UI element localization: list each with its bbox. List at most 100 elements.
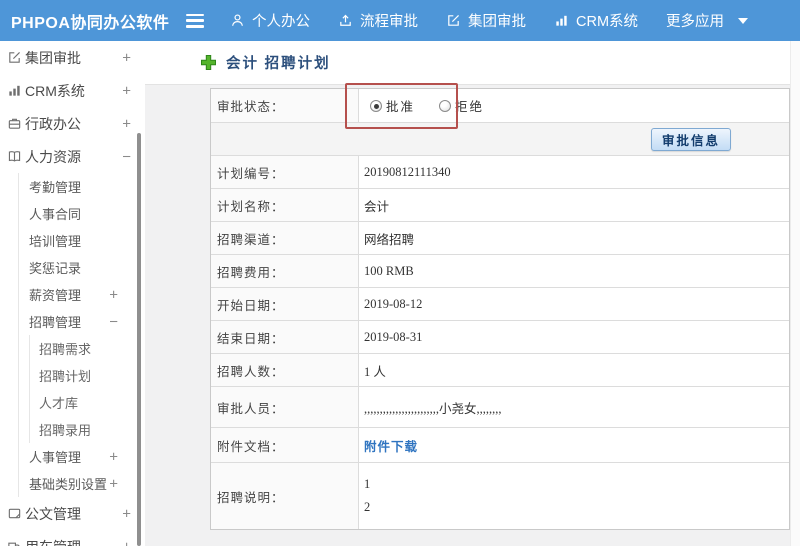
menu-toggle-icon[interactable]: [186, 13, 204, 28]
sidebar-item-label: 人事管理: [29, 450, 82, 465]
row-label: 审批人员：: [211, 387, 359, 427]
radio-approve-label: 批准: [386, 100, 416, 114]
detail-table: 审批状态： 批准 拒绝 审批信息 计划编号： 20190812111340 计划…: [210, 88, 790, 530]
edit-square-icon: [7, 50, 22, 65]
top-header: PHPOA协同办公软件 个人办公 流程审批 集团审批 CRM系统 更多应用: [0, 0, 800, 41]
sidebar-item-label: 人力资源: [25, 148, 81, 165]
sidebar-item-recruit-demand[interactable]: 招聘需求: [30, 335, 145, 362]
plus-icon: [200, 54, 217, 71]
row-label: 计划编号：: [211, 156, 359, 188]
sidebar-item-recruit-plan[interactable]: 招聘计划: [30, 362, 145, 389]
expand-toggle[interactable]: +: [109, 475, 118, 492]
expand-toggle[interactable]: +: [122, 505, 131, 522]
bar-chart-icon: [7, 83, 22, 98]
sidebar-item-admin-office[interactable]: 行政办公 +: [0, 107, 145, 140]
sidebar-item-label: 奖惩记录: [29, 261, 82, 276]
sidebar-item-label: 招聘管理: [29, 315, 82, 330]
row-value: 会计: [364, 199, 390, 214]
sidebar-item-label: 基础类别设置: [29, 477, 108, 492]
row-label: 附件文档：: [211, 428, 359, 462]
row-value: 20190812111340: [364, 164, 451, 179]
row-end-date: 结束日期： 2019-08-31: [211, 321, 789, 354]
sidebar-item-label: CRM系统: [25, 82, 85, 99]
nav-label: 个人办公: [252, 14, 310, 30]
nav-item-more-apps[interactable]: 更多应用: [666, 10, 724, 31]
truck-icon: [7, 539, 22, 546]
sidebar-item-crm[interactable]: CRM系统 +: [0, 74, 145, 107]
sidebar-item-talent-pool[interactable]: 人才库: [30, 389, 145, 416]
approval-options: 批准 拒绝: [359, 89, 789, 122]
approval-info-button[interactable]: 审批信息: [650, 127, 731, 151]
expand-toggle[interactable]: +: [122, 538, 131, 546]
nav-label: 更多应用: [666, 14, 725, 30]
sidebar-item-group-approval[interactable]: 集团审批 +: [0, 41, 145, 74]
row-attachment: 附件文档： 附件下载: [211, 428, 789, 463]
expand-toggle[interactable]: +: [122, 82, 131, 99]
hr-submenu: 考勤管理 人事合同 培训管理 奖惩记录 薪资管理 + 招聘管理 − 招聘需求 招…: [18, 173, 145, 497]
row-value: 2019-08-31: [364, 329, 423, 344]
sidebar-item-label: 行政办公: [25, 115, 81, 132]
row-value: 1 人: [364, 364, 386, 379]
sidebar-item-label: 人才库: [39, 396, 79, 411]
main-scrollbar[interactable]: [790, 41, 800, 546]
row-label: 招聘渠道：: [211, 222, 359, 254]
row-label: 结束日期：: [211, 321, 359, 353]
row-headcount: 招聘人数： 1 人: [211, 354, 789, 387]
sidebar-scrollbar[interactable]: [137, 133, 141, 546]
sidebar-item-salary[interactable]: 薪资管理 +: [19, 281, 145, 308]
sidebar-item-hr-contract[interactable]: 人事合同: [19, 200, 145, 227]
top-nav: 个人办公 流程审批 集团审批 CRM系统 更多应用: [230, 10, 749, 31]
page-title: 会计 招聘计划: [226, 56, 331, 72]
nav-item-workflow-approval[interactable]: 流程审批: [338, 10, 418, 31]
sidebar-item-label: 公文管理: [25, 505, 81, 522]
sidebar-item-attendance[interactable]: 考勤管理: [19, 173, 145, 200]
row-plan-name: 计划名称： 会计: [211, 189, 789, 222]
sidebar-item-recruit-mgmt[interactable]: 招聘管理 −: [19, 308, 145, 335]
chevron-down-icon[interactable]: [738, 17, 749, 24]
radio-approve[interactable]: [370, 99, 382, 112]
sidebar-item-label: 招聘需求: [39, 342, 92, 357]
sidebar-item-label: 集团审批: [25, 49, 81, 66]
sidebar-item-base-category[interactable]: 基础类别设置 +: [19, 470, 145, 497]
collapse-toggle[interactable]: −: [122, 148, 131, 165]
row-label: 计划名称：: [211, 189, 359, 221]
sidebar-item-label: 招聘录用: [39, 423, 92, 438]
nav-item-personal-office[interactable]: 个人办公: [230, 10, 310, 31]
attachment-download-link[interactable]: 附件下载: [364, 436, 418, 455]
collapse-toggle[interactable]: −: [109, 313, 118, 330]
flow-icon: [338, 13, 353, 28]
sidebar-item-hr[interactable]: 人力资源 −: [0, 140, 145, 173]
row-start-date: 开始日期： 2019-08-12: [211, 288, 789, 321]
row-approval-status: 审批状态： 批准 拒绝: [211, 89, 789, 123]
nav-label: CRM系统: [576, 14, 639, 30]
expand-toggle[interactable]: +: [122, 115, 131, 132]
sidebar-item-recruit-hire[interactable]: 招聘录用: [30, 416, 145, 443]
nav-label: 流程审批: [360, 14, 418, 30]
nav-item-group-approval[interactable]: 集团审批: [446, 10, 526, 31]
radio-reject[interactable]: [439, 99, 452, 112]
row-label: 招聘说明：: [211, 463, 359, 529]
row-value: 2019-08-12: [364, 296, 423, 311]
sidebar-item-label: 人事合同: [29, 207, 82, 222]
row-plan-number: 计划编号： 20190812111340: [211, 156, 789, 189]
sidebar-item-rewards[interactable]: 奖惩记录: [19, 254, 145, 281]
description-line: 2: [364, 500, 371, 514]
row-recruit-channel: 招聘渠道： 网络招聘: [211, 222, 789, 255]
nav-item-crm[interactable]: CRM系统: [554, 10, 638, 31]
sidebar-item-personnel-mgmt[interactable]: 人事管理 +: [19, 443, 145, 470]
sidebar: 集团审批 + CRM系统 + 行政办公 + 人力资源 − 考勤管理 人事合同 培…: [0, 41, 145, 546]
row-value: 网络招聘: [364, 232, 415, 247]
expand-toggle[interactable]: +: [109, 286, 118, 303]
sidebar-item-training[interactable]: 培训管理: [19, 227, 145, 254]
sidebar-item-label: 考勤管理: [29, 180, 82, 195]
sidebar-item-label: 薪资管理: [29, 288, 82, 303]
expand-toggle[interactable]: +: [122, 49, 131, 66]
sidebar-item-vehicle-mgmt[interactable]: 用车管理 +: [0, 530, 145, 546]
row-label: 审批状态：: [211, 89, 359, 122]
row-label: 招聘人数：: [211, 354, 359, 386]
sidebar-item-document-mgmt[interactable]: 公文管理 +: [0, 497, 145, 530]
briefcase-icon: [7, 116, 22, 131]
row-description: 招聘说明： 1 2: [211, 463, 789, 529]
expand-toggle[interactable]: +: [109, 448, 118, 465]
sidebar-item-label: 招聘计划: [39, 369, 92, 384]
